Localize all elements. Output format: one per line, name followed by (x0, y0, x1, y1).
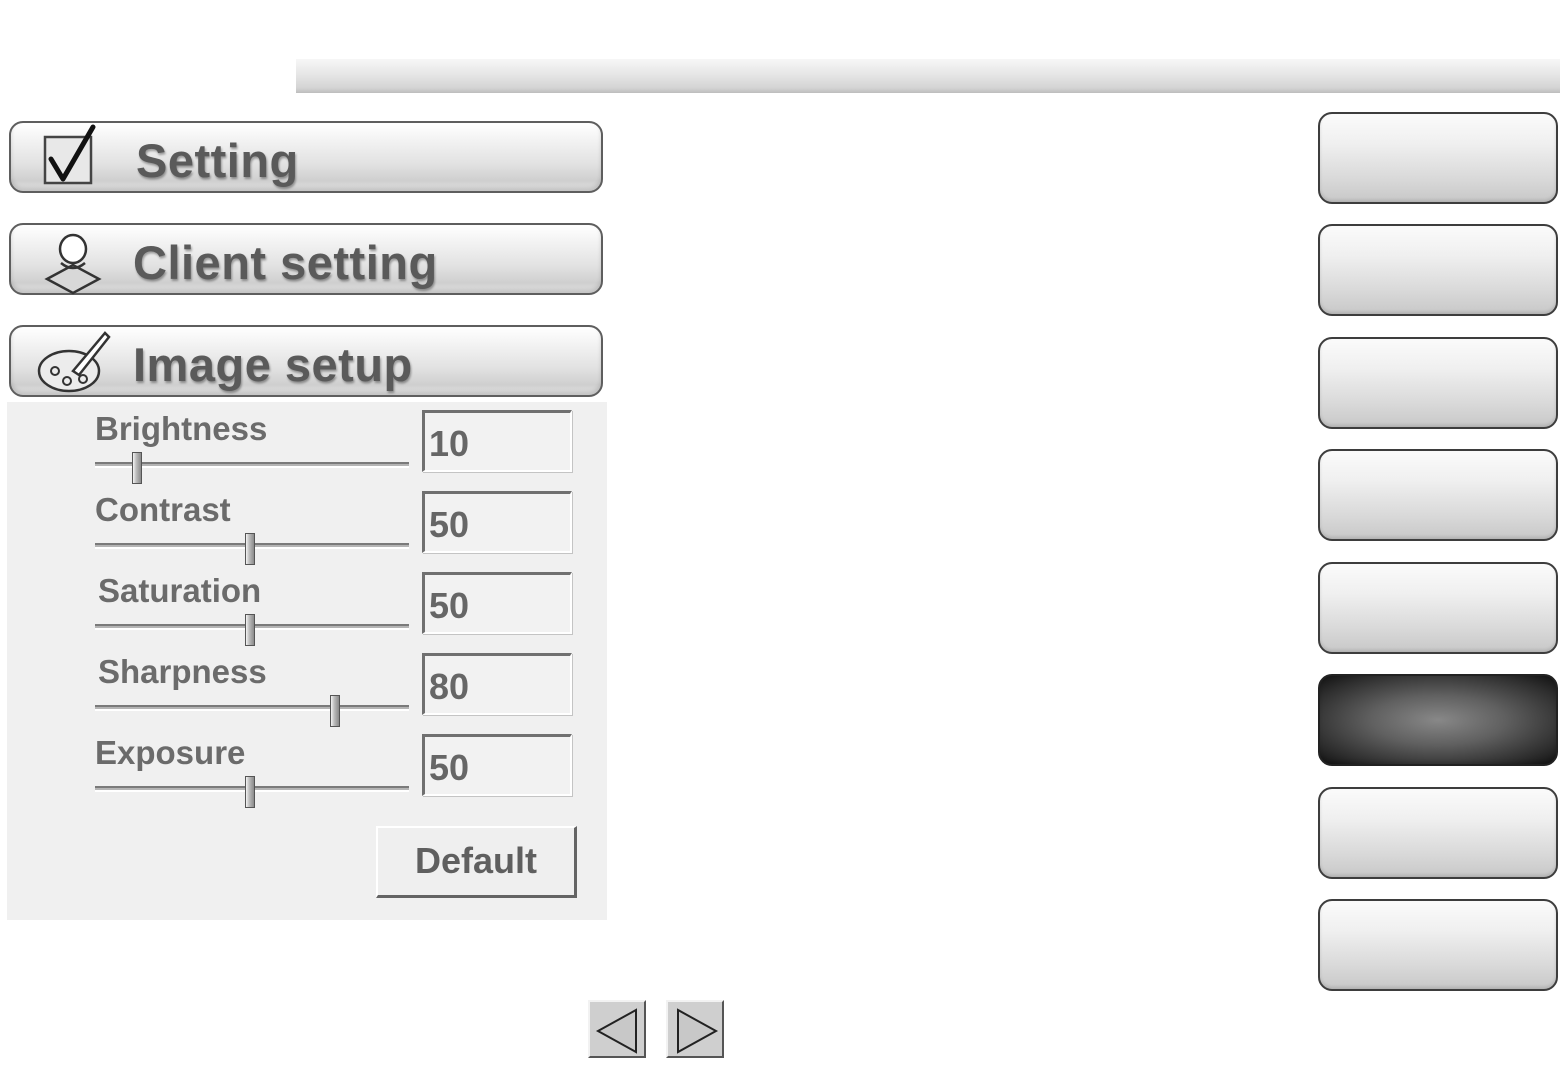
saturation-row: Saturation 50 (95, 572, 595, 652)
triangle-right-icon (677, 1008, 719, 1054)
saturation-value-field[interactable]: 50 (422, 572, 572, 634)
contrast-value-field[interactable]: 50 (422, 491, 572, 553)
sharpness-row: Sharpness 80 (95, 653, 595, 733)
image-setup-menu-button[interactable]: Image setup (9, 325, 603, 397)
sharpness-slider-thumb[interactable] (329, 695, 340, 727)
side-button-8[interactable] (1318, 899, 1558, 991)
sharpness-value-field[interactable]: 80 (422, 653, 572, 715)
image-setup-label: Image setup (133, 338, 413, 391)
side-button-1[interactable] (1318, 112, 1558, 204)
palette-brush-icon (33, 327, 113, 399)
contrast-row: Contrast 50 (95, 491, 595, 571)
exposure-value-field[interactable]: 50 (422, 734, 572, 796)
exposure-slider-thumb[interactable] (245, 776, 255, 808)
sharpness-slider-track[interactable] (95, 705, 409, 711)
saturation-slider-thumb[interactable] (245, 614, 255, 646)
side-button-7[interactable] (1318, 787, 1558, 879)
exposure-row: Exposure 50 (95, 734, 595, 814)
setting-menu-button[interactable]: Setting (9, 121, 603, 193)
side-button-5[interactable] (1318, 562, 1558, 654)
client-setting-menu-button[interactable]: Client setting (9, 223, 603, 295)
user-person-icon (33, 225, 113, 297)
side-button-4[interactable] (1318, 449, 1558, 541)
brightness-value-field[interactable]: 10 (422, 410, 572, 472)
client-setting-label: Client setting (133, 236, 438, 289)
saturation-label: Saturation (98, 572, 262, 609)
contrast-slider-thumb[interactable] (245, 533, 255, 565)
setting-label: Setting (136, 134, 299, 187)
contrast-label: Contrast (95, 491, 231, 528)
exposure-label: Exposure (95, 734, 246, 771)
checkbox-check-icon (33, 123, 113, 195)
next-page-button[interactable] (666, 1000, 724, 1058)
brightness-label: Brightness (95, 410, 268, 447)
default-button[interactable]: Default (376, 826, 577, 898)
brightness-slider-thumb[interactable] (132, 452, 143, 484)
previous-page-button[interactable] (588, 1000, 646, 1058)
sharpness-label: Sharpness (98, 653, 267, 690)
side-button-6-active[interactable] (1318, 674, 1558, 766)
settings-panel: Setting Client setting Image setup Brigh… (7, 112, 647, 920)
triangle-left-icon (595, 1008, 637, 1054)
top-title-bar (296, 59, 1560, 93)
side-button-2[interactable] (1318, 224, 1558, 316)
side-button-3[interactable] (1318, 337, 1558, 429)
brightness-row: Brightness 10 (95, 410, 595, 490)
